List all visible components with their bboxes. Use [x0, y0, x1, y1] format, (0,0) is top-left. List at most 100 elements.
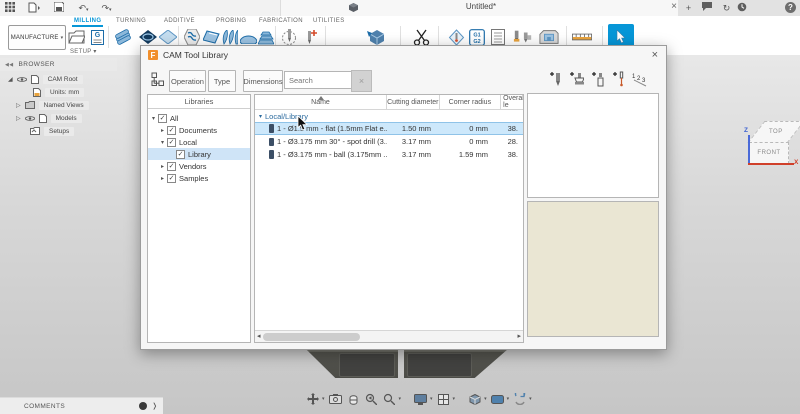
checkbox-checked[interactable]: ✓	[167, 138, 176, 147]
browser-item-setups[interactable]: Setups	[30, 125, 74, 137]
inspect-probe-icon[interactable]	[446, 27, 466, 47]
tool-library-ribbon-icon[interactable]	[513, 27, 533, 47]
chevron-down-icon[interactable]: ▾	[507, 396, 510, 402]
add-holder-icon[interactable]	[588, 69, 606, 89]
zoom-window-icon[interactable]	[328, 392, 343, 407]
workspace-selector-button[interactable]: MANUFACTURE ▾	[8, 25, 66, 50]
chevron-down-icon[interactable]: ▾	[529, 396, 532, 402]
spiral-rotary-icon[interactable]	[256, 27, 276, 47]
scroll-left-icon[interactable]: ◂	[257, 332, 261, 340]
column-header-corner-radius[interactable]: Corner radius	[440, 95, 502, 109]
dome-morph-icon[interactable]	[238, 27, 258, 47]
browser-item-label[interactable]: Named Views	[39, 101, 89, 110]
checkbox-checked[interactable]: ✓	[158, 114, 167, 123]
look-at-icon[interactable]	[364, 392, 379, 407]
dialog-titlebar[interactable]: F CAM Tool Library	[141, 46, 666, 64]
viewcube-top-face[interactable]: TOP	[747, 121, 800, 143]
browser-item-label[interactable]: Units: mm	[45, 88, 84, 97]
library-node-vendors[interactable]: ▸ ✓ Vendors	[148, 160, 250, 172]
dialog-close-icon[interactable]: ×	[652, 49, 658, 61]
setup-sheet-doc-icon[interactable]	[488, 27, 508, 47]
renumber-tools-icon[interactable]: 123	[631, 69, 649, 89]
grid-snaps-icon[interactable]	[436, 392, 451, 407]
library-node-all[interactable]: ▾ ✓ All	[148, 112, 250, 124]
expanded-caret-icon[interactable]: ▾	[161, 139, 164, 146]
library-node-library-selected[interactable]: ✓ Library	[148, 148, 250, 160]
tree-view-toggle-icon[interactable]	[151, 72, 166, 87]
new-tab-icon[interactable]: +	[682, 2, 695, 14]
zoom-icon[interactable]	[382, 392, 397, 407]
tab-turning[interactable]: TURNING	[114, 17, 148, 25]
library-node-documents[interactable]: ▸ ✓ Documents	[148, 124, 250, 136]
comment-bubble-icon[interactable]	[702, 2, 715, 14]
pan-icon[interactable]	[305, 392, 320, 407]
search-input[interactable]	[284, 71, 356, 89]
refresh-icon[interactable]	[512, 392, 527, 407]
library-node-local[interactable]: ▾ ✓ Local	[148, 136, 250, 148]
simulate-icon[interactable]	[367, 27, 387, 47]
visibility-eye-icon[interactable]	[25, 115, 35, 122]
column-header-overall-length[interactable]: Overall le	[501, 95, 523, 109]
clear-search-button[interactable]: ×	[351, 70, 372, 92]
visual-style-icon[interactable]	[490, 392, 505, 407]
checkbox-checked[interactable]: ✓	[167, 162, 176, 171]
chevron-down-icon[interactable]: ▾	[453, 396, 456, 402]
save-icon[interactable]	[54, 2, 67, 14]
libraries-header[interactable]: Libraries	[148, 95, 250, 109]
tab-milling[interactable]: MILLING	[72, 17, 103, 27]
filter-type-button[interactable]: Type	[208, 70, 236, 92]
add-probe-icon[interactable]	[609, 69, 627, 89]
ramp-icon[interactable]	[201, 27, 221, 47]
browser-item-label[interactable]: Setups	[44, 127, 74, 136]
checkbox-checked[interactable]: ✓	[167, 126, 176, 135]
setup-sheet-g-icon[interactable]: G	[87, 27, 107, 47]
library-node-samples[interactable]: ▸ ✓ Samples	[148, 172, 250, 184]
collapsed-caret-icon[interactable]: ▸	[161, 127, 164, 134]
sync-icon[interactable]: ↻	[720, 2, 733, 14]
column-header-name[interactable]: Name	[255, 95, 387, 109]
collapsed-caret-icon[interactable]: ▷	[16, 102, 21, 109]
view-cube[interactable]: TOP FRONT Z X	[744, 117, 800, 173]
chevron-down-icon[interactable]: ▾	[484, 396, 487, 402]
setup-group-label[interactable]: SETUP ▾	[70, 48, 97, 55]
adaptive-clearing-icon[interactable]	[114, 27, 134, 47]
document-tab[interactable]: Untitled* ×	[280, 0, 682, 16]
free-orbit-icon[interactable]	[346, 392, 361, 407]
browser-panel-header[interactable]: ◀◀ BROWSER	[0, 58, 117, 71]
cut-scissors-icon[interactable]	[412, 27, 432, 47]
face-milling-icon[interactable]	[158, 27, 178, 47]
collapsed-caret-icon[interactable]: ▸	[161, 163, 164, 170]
expanded-caret-icon[interactable]: ▾	[152, 115, 155, 122]
comments-bar[interactable]: COMMENTS ❭	[0, 397, 163, 414]
display-settings-icon[interactable]	[413, 392, 428, 407]
post-process-icon[interactable]: G1G2	[467, 27, 487, 47]
undo-icon[interactable]: ↶▾	[77, 2, 90, 14]
new-setup-folder-icon[interactable]	[66, 27, 86, 47]
table-row[interactable]: 1 - Ø3.175 mm - ball (3.175mm ... 3.17 m…	[255, 148, 523, 161]
filter-dimensions-button[interactable]: Dimensions	[243, 70, 283, 92]
machine-library-icon[interactable]	[539, 27, 559, 47]
help-icon[interactable]: ?	[785, 2, 796, 13]
tab-additive[interactable]: ADDITIVE	[162, 17, 197, 25]
model-body-left[interactable]	[303, 349, 398, 378]
tab-utilities[interactable]: UTILITIES	[311, 17, 347, 25]
viewports-icon[interactable]	[467, 392, 482, 407]
checkbox-checked[interactable]: ✓	[167, 174, 176, 183]
horizontal-scrollbar[interactable]: ◂ ▸	[255, 330, 523, 342]
browser-item-named-views[interactable]: ▷ Named Views	[16, 99, 89, 111]
scroll-right-icon[interactable]: ▸	[517, 332, 521, 340]
steep-shallow-icon[interactable]	[182, 27, 202, 47]
table-row-selected[interactable]: 1 - Ø1.5 mm - flat (1.5mm Flat e... 1.50…	[255, 122, 523, 135]
browser-item-label[interactable]: CAM Root	[43, 75, 83, 84]
collapse-panel-icon[interactable]: ◀◀	[5, 62, 14, 68]
expand-comments-icon[interactable]: ❭	[152, 402, 158, 410]
chevron-down-icon[interactable]: ▾	[399, 396, 402, 402]
scrollbar-thumb[interactable]	[263, 333, 360, 341]
add-mill-tool-icon[interactable]	[546, 69, 564, 89]
collapsed-caret-icon[interactable]: ▷	[16, 115, 21, 122]
browser-item-units[interactable]: Units: mm	[33, 86, 84, 98]
redo-icon[interactable]: ↷▾	[100, 2, 113, 14]
column-header-cutting-diameter[interactable]: Cutting diameter	[387, 95, 440, 109]
browser-item-models[interactable]: ▷ Models	[16, 112, 82, 124]
expanded-caret-icon[interactable]: ◢	[8, 76, 13, 83]
